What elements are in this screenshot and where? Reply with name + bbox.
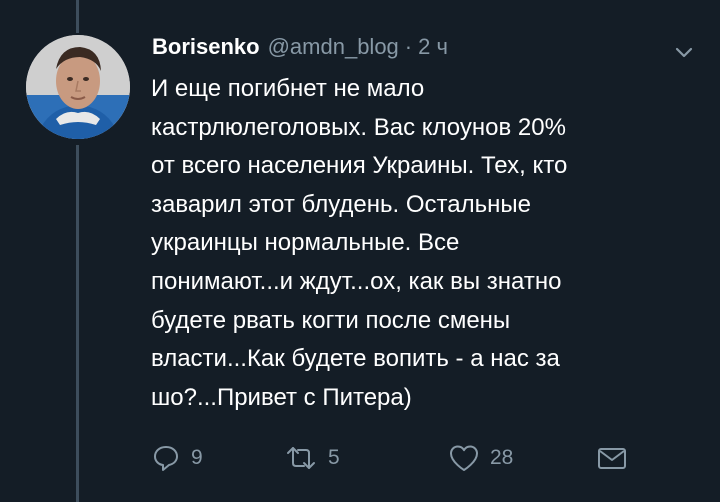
tweet-text-line: шо?...Привет с Питера): [151, 383, 412, 411]
avatar[interactable]: [26, 35, 130, 139]
tweet-header: Borisenko @amdn_blog · 2 ч: [152, 34, 448, 68]
thread-line-top: [76, 0, 79, 33]
author-handle[interactable]: @amdn_blog: [268, 34, 399, 60]
tweet-actions: 9 5 28: [151, 440, 651, 476]
reply-button[interactable]: 9: [151, 440, 203, 476]
like-count: 28: [490, 446, 514, 469]
retweet-count: 5: [328, 446, 340, 469]
chevron-down-icon[interactable]: [672, 42, 696, 62]
avatar-image: [26, 35, 130, 139]
thread-line-bottom: [76, 145, 79, 502]
tweet-timestamp[interactable]: 2 ч: [418, 34, 448, 60]
author-name[interactable]: Borisenko: [152, 34, 260, 60]
tweet-text-line: украинцы нормальные. Все: [151, 229, 460, 257]
separator-dot: ·: [404, 34, 413, 59]
heart-icon: [450, 445, 478, 471]
tweet-text-line: будете рвать когти после смены: [151, 306, 511, 334]
reply-count: 9: [191, 446, 203, 469]
retweet-icon: [287, 447, 315, 469]
envelope-icon: [598, 448, 626, 469]
retweet-button[interactable]: 5: [284, 440, 340, 476]
tweet-text-line: заварил этот блудень. Остальные: [151, 190, 531, 218]
reply-icon: [154, 446, 178, 471]
tweet-text-line: власти...Как будете вопить - а нас за: [151, 345, 560, 373]
tweet-text-line: кастрлюлеголовых. Вас клоунов 20%: [151, 113, 566, 141]
like-button[interactable]: 28: [448, 440, 513, 476]
tweet-text-line: понимают...и ждут...ох, как вы знатно: [151, 267, 562, 295]
direct-message-button[interactable]: [596, 440, 628, 476]
tweet-text: И еще погибнет не мало кастрлюлеголовых.…: [151, 70, 691, 417]
tweet-text-line: от всего населения Украины. Тех, кто: [151, 152, 568, 180]
tweet-text-line: И еще погибнет не мало: [151, 75, 425, 102]
